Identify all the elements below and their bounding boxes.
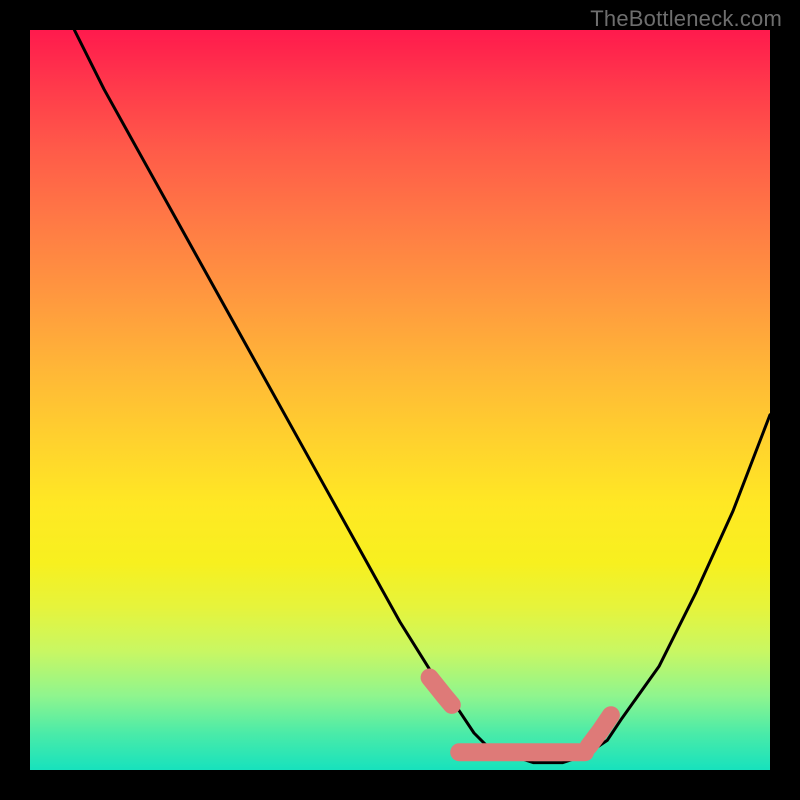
watermark-text: TheBottleneck.com	[590, 6, 782, 32]
highlight-layer	[430, 678, 611, 753]
chart-svg	[30, 30, 770, 770]
chart-frame: TheBottleneck.com	[0, 0, 800, 800]
main-curve	[74, 30, 770, 763]
plot-area	[30, 30, 770, 770]
curve-layer	[74, 30, 770, 763]
highlight-segment-0	[430, 678, 452, 705]
